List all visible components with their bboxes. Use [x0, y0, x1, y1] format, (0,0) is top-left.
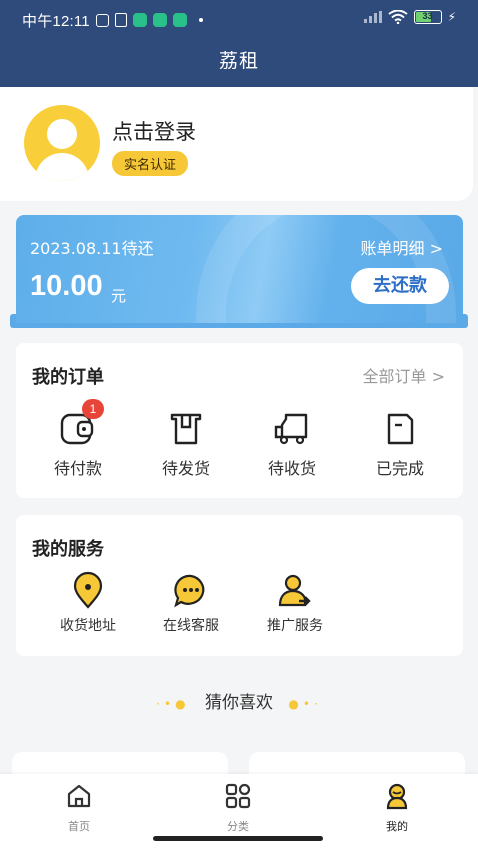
chat-icon	[174, 574, 205, 608]
grid-icon	[225, 783, 251, 809]
all-orders-link[interactable]: 全部订单 >	[363, 363, 446, 387]
recommend-header: ·•● 猜你喜欢 ●•·	[0, 688, 478, 713]
tab-profile-label: 我的	[386, 820, 408, 833]
orders-card: 我的订单 全部订单 > 1 待付款 待发货 待收货 已完成	[16, 343, 463, 498]
decor-dots-right-icon: ●•·	[288, 697, 322, 711]
bill-card: 2023.08.11待还 账单明细 > 10.00 元 去还款	[16, 215, 463, 323]
box-icon	[170, 413, 202, 445]
doc-done-icon	[387, 413, 414, 445]
order-pending-payment-label: 待付款	[53, 459, 102, 478]
services-card: 我的服务 收货地址 在线客服 推广服务	[16, 515, 463, 656]
profile-icon	[386, 783, 408, 810]
avatar[interactable]	[24, 105, 100, 181]
shield-app-icon	[132, 13, 147, 27]
alarm-mute-icon	[95, 13, 109, 27]
tab-home-label: 首页	[68, 820, 90, 833]
status-time: 中午12:11	[22, 12, 90, 30]
orders-title: 我的订单	[32, 367, 104, 388]
order-pending-payment[interactable]: 1 待付款	[33, 399, 123, 479]
truck-icon	[274, 413, 308, 445]
order-pending-shipment[interactable]: 待发货	[141, 409, 231, 479]
order-pending-shipment-label: 待发货	[161, 459, 210, 478]
tab-home[interactable]: 首页	[49, 782, 109, 834]
bill-due-date: 2023.08.11待还	[30, 239, 154, 258]
pending-payment-badge: 1	[82, 399, 104, 419]
location-icon	[73, 571, 103, 609]
signal-icon	[363, 11, 382, 23]
decor-dots-left-icon: ·•●	[156, 697, 190, 711]
tab-profile[interactable]: 我的	[367, 782, 427, 834]
order-pending-receipt-label: 待收货	[267, 459, 316, 478]
tab-category-label: 分类	[227, 820, 249, 833]
order-completed[interactable]: 已完成	[355, 409, 445, 479]
promote-user-icon	[278, 574, 311, 607]
bill-detail-link[interactable]: 账单明细 >	[361, 235, 444, 259]
profile-card[interactable]	[0, 87, 473, 201]
charging-icon: ⚡	[447, 10, 456, 24]
order-pending-receipt[interactable]: 待收货	[247, 409, 337, 479]
service-address[interactable]: 收货地址	[43, 571, 133, 635]
app-notify-icon	[152, 13, 167, 27]
service-online-support[interactable]: 在线客服	[146, 571, 236, 635]
more-notify-dot-icon	[198, 18, 203, 22]
download-icon	[172, 13, 187, 27]
verify-badge[interactable]: 实名认证	[112, 151, 189, 176]
service-promotion-label: 推广服务	[267, 618, 323, 634]
service-online-support-label: 在线客服	[163, 618, 219, 634]
top-bar: 中午12:11 33 ⚡ 荔租	[0, 0, 478, 87]
wifi-icon	[387, 10, 408, 24]
tab-category[interactable]: 分类	[208, 782, 268, 834]
nfc-icon	[114, 13, 127, 27]
home-icon	[67, 784, 91, 808]
login-link[interactable]: 点击登录	[112, 116, 196, 146]
services-title: 我的服务	[32, 539, 104, 560]
order-completed-label: 已完成	[375, 459, 424, 478]
bill-unit: 元	[111, 287, 127, 305]
service-promotion[interactable]: 推广服务	[250, 571, 340, 635]
page-title: 荔租	[218, 50, 259, 72]
repay-button[interactable]: 去还款	[351, 268, 449, 304]
battery-icon: 33	[413, 10, 442, 24]
home-indicator[interactable]	[153, 836, 323, 841]
status-bar: 中午12:11 33 ⚡	[0, 0, 478, 40]
bill-amount: 10.00	[30, 270, 103, 302]
battery-level: 33	[422, 11, 433, 21]
service-address-label: 收货地址	[60, 618, 116, 634]
recommend-title: 猜你喜欢	[205, 693, 273, 713]
